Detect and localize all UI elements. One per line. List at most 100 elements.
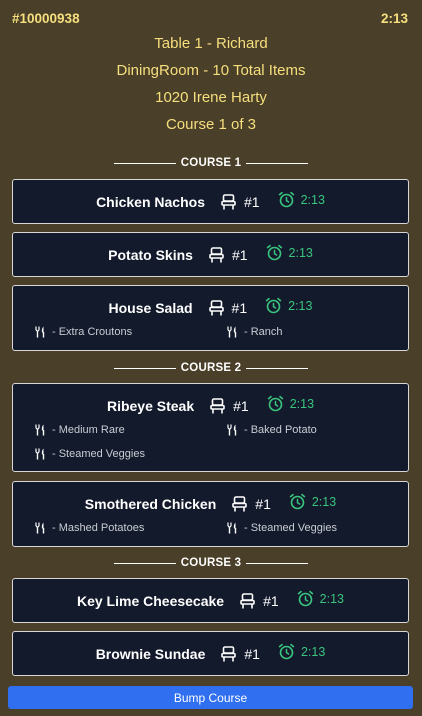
chair-icon	[221, 193, 236, 210]
alarm-clock-icon	[297, 590, 314, 607]
course-divider: COURSE 3	[0, 556, 422, 570]
item-row: Chicken Nachos #1 2:13	[13, 180, 408, 223]
alarm-clock-icon	[278, 643, 295, 660]
item-row: Smothered Chicken #1 2:13	[13, 482, 408, 525]
modifier-text: - Steamed Veggies	[244, 522, 337, 534]
modifier-text: - Mashed Potatoes	[52, 522, 145, 534]
seat-number: #1	[255, 495, 271, 512]
item-card[interactable]: Smothered Chicken #1 2:13 - Mashed Potat…	[12, 481, 409, 547]
course-divider: COURSE 2	[0, 361, 422, 375]
item-row: House Salad #1 2:13	[13, 286, 408, 329]
chair-icon	[221, 645, 237, 662]
chair-icon	[209, 246, 224, 263]
item-timer-text: 2:13	[300, 644, 326, 659]
modifier-text: - Ranch	[244, 326, 283, 338]
course-progress-line: Course 1 of 3	[165, 116, 257, 133]
seat-indicator: #1	[210, 398, 249, 414]
order-header-bar: #10000938 2:13	[0, 0, 422, 36]
modifier-text: - Extra Croutons	[52, 326, 133, 338]
item-name: Brownie Sundae	[95, 645, 206, 662]
item-card[interactable]: Chicken Nachos #1 2:13	[12, 179, 409, 224]
item-card[interactable]: Potato Skins #1 2:13	[12, 232, 409, 277]
item-timer: 2:13	[297, 590, 344, 609]
seat-indicator: #1	[232, 496, 271, 512]
item-timer: 2:13	[289, 493, 337, 512]
chair-icon	[210, 397, 225, 414]
course-label: COURSE 3	[180, 557, 242, 569]
item-card[interactable]: Ribeye Steak #1 2:13 - Medium Rare - Bak…	[12, 383, 409, 472]
item-name: Smothered Chicken	[84, 495, 217, 512]
course-label: COURSE 2	[180, 362, 242, 374]
item-name: Chicken Nachos	[96, 193, 205, 210]
course-label: COURSE 1	[180, 157, 242, 169]
address-line: 1020 Irene Harty	[155, 89, 267, 106]
modifier-list: - Medium Rare - Baked Potato - Steamed V…	[35, 422, 405, 462]
divider-line	[113, 562, 176, 564]
divider-line	[113, 367, 176, 369]
seat-indicator: #1	[240, 593, 279, 609]
item-timer: 2:13	[278, 643, 326, 662]
fork-knife-icon	[227, 326, 238, 338]
modifier-text: - Baked Potato	[244, 424, 317, 436]
seat-number: #1	[263, 592, 279, 609]
seat-indicator: #1	[208, 300, 247, 316]
item-row: Brownie Sundae #1 2:13	[13, 632, 408, 675]
item-timer: 2:13	[265, 297, 313, 316]
modifier-item: - Steamed Veggies	[227, 520, 405, 536]
alarm-clock-icon	[289, 493, 306, 510]
seat-number: #1	[244, 193, 260, 210]
item-timer-text: 2:13	[288, 245, 313, 260]
divider-line	[246, 367, 309, 369]
modifier-text: - Steamed Veggies	[52, 448, 145, 460]
modifier-item: - Medium Rare	[35, 422, 227, 438]
item-name: Key Lime Cheesecake	[76, 592, 225, 609]
item-timer-text: 2:13	[319, 591, 344, 606]
divider-line	[246, 162, 309, 164]
item-card[interactable]: Brownie Sundae #1 2:13	[12, 631, 409, 676]
chair-icon	[240, 592, 255, 609]
modifier-item: - Extra Croutons	[35, 324, 227, 340]
item-timer-text: 2:13	[300, 192, 325, 207]
item-card[interactable]: House Salad #1 2:13 - Extra Croutons - R…	[12, 285, 409, 351]
order-number: #10000938	[12, 10, 80, 26]
seat-indicator: #1	[209, 247, 248, 263]
seat-number: #1	[233, 397, 249, 414]
seat-indicator: #1	[221, 646, 260, 662]
item-name: Ribeye Steak	[106, 397, 195, 414]
item-timer: 2:13	[267, 395, 315, 414]
bump-course-button[interactable]: Bump Course	[8, 686, 413, 709]
divider-line	[113, 162, 176, 164]
item-row: Key Lime Cheesecake #1 2:13	[13, 579, 408, 622]
fork-knife-icon	[35, 522, 46, 534]
modifier-item: - Ranch	[227, 324, 405, 340]
fork-knife-icon	[227, 522, 238, 534]
table-line: Table 1 - Richard	[154, 35, 268, 52]
seat-number: #1	[244, 645, 260, 662]
fork-knife-icon	[227, 424, 238, 436]
alarm-clock-icon	[278, 191, 295, 208]
item-timer-text: 2:13	[311, 494, 337, 509]
modifier-list: - Extra Croutons - Ranch	[35, 324, 405, 340]
modifier-item: - Baked Potato	[227, 422, 405, 438]
item-card[interactable]: Key Lime Cheesecake #1 2:13	[12, 578, 409, 623]
order-timer: 2:13	[380, 10, 408, 26]
item-timer: 2:13	[278, 191, 325, 210]
chair-icon	[232, 495, 248, 512]
modifier-item: - Mashed Potatoes	[35, 520, 227, 536]
item-timer-text: 2:13	[288, 298, 313, 313]
alarm-clock-icon	[266, 244, 283, 261]
item-row: Ribeye Steak #1 2:13	[13, 384, 408, 427]
item-timer-text: 2:13	[289, 396, 315, 411]
alarm-clock-icon	[267, 395, 284, 412]
modifier-text: - Medium Rare	[52, 424, 125, 436]
modifier-list: - Mashed Potatoes - Steamed Veggies	[35, 520, 405, 536]
seat-indicator: #1	[221, 194, 260, 210]
modifier-item: - Steamed Veggies	[35, 446, 227, 462]
seat-number: #1	[231, 246, 248, 263]
order-info: Table 1 - Richard DiningRoom - 10 Total …	[0, 33, 422, 141]
fork-knife-icon	[35, 424, 46, 436]
location-line: DiningRoom - 10 Total Items	[116, 62, 306, 79]
course-divider: COURSE 1	[0, 156, 422, 170]
item-name: Potato Skins	[108, 246, 193, 263]
item-name: House Salad	[108, 299, 193, 316]
